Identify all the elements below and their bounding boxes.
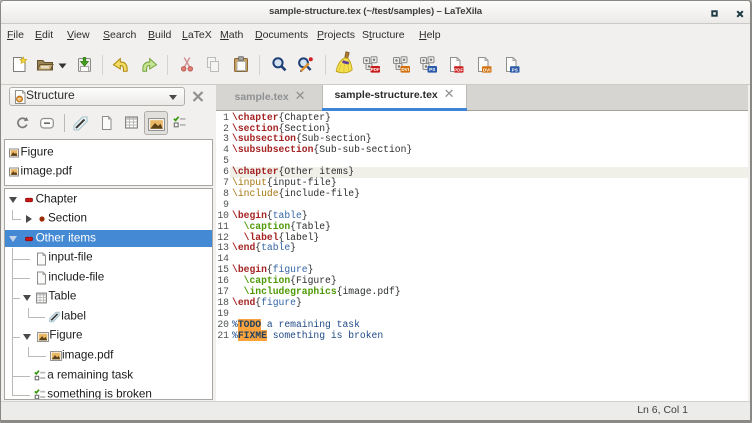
svg-text:PS: PS — [512, 67, 518, 72]
svg-text:PDF: PDF — [371, 67, 380, 72]
svg-text:PDF: PDF — [454, 67, 463, 72]
svg-text:DVI: DVI — [401, 67, 409, 72]
svg-text:PS: PS — [429, 67, 435, 72]
svg-text:DVI: DVI — [483, 67, 491, 72]
